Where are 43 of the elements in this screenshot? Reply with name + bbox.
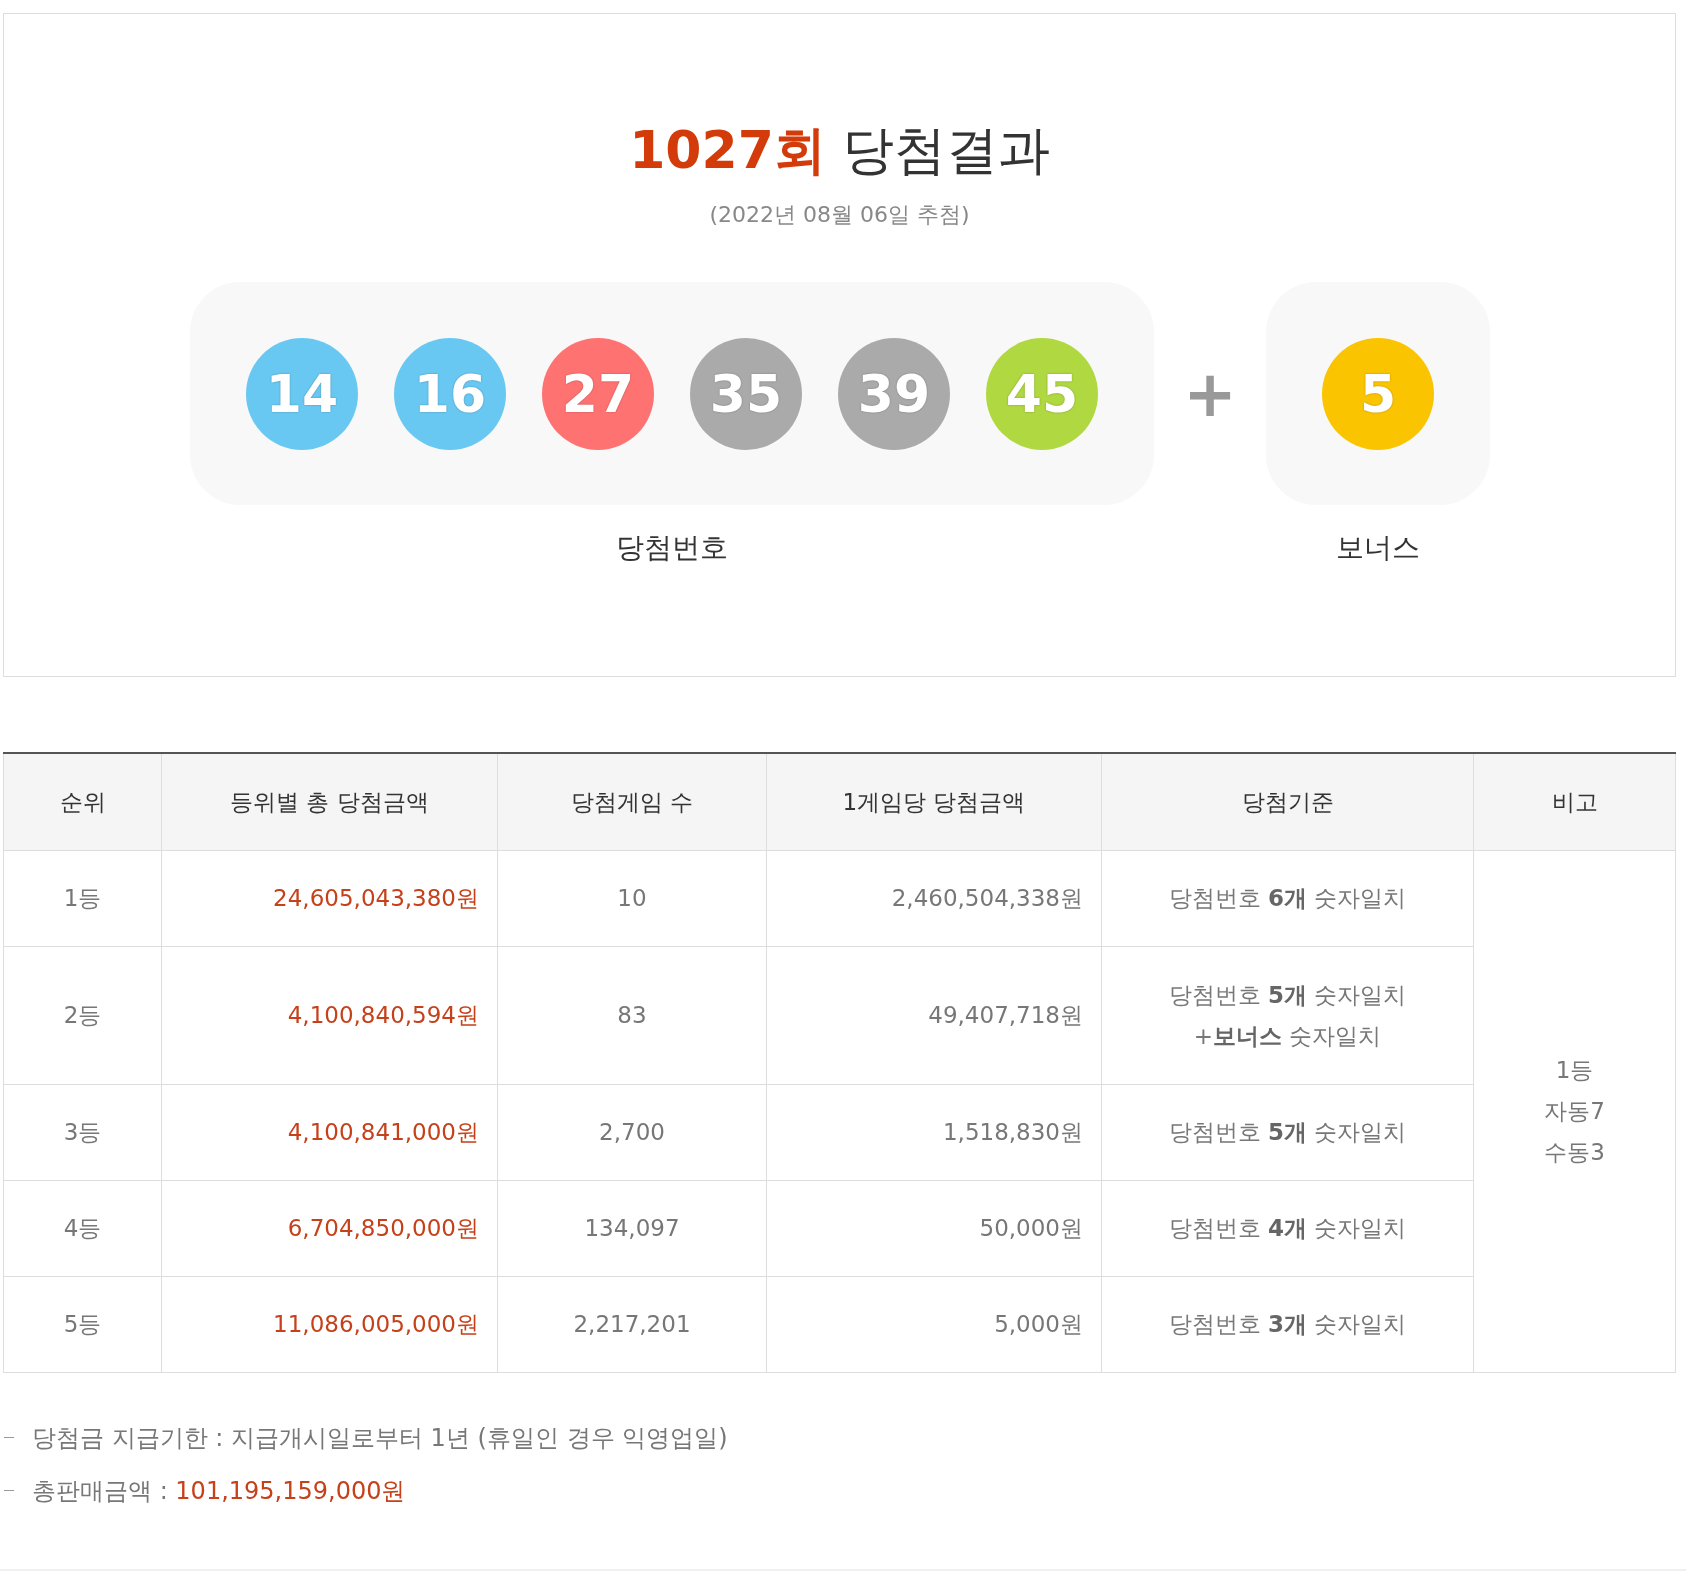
winners-cell: 2,217,201	[497, 1276, 767, 1373]
rank-cell: 2등	[3, 946, 162, 1085]
prize-per-game-cell: 50,000원	[766, 1180, 1102, 1277]
plus-sign: +	[1182, 355, 1238, 433]
footnote: 당첨금 지급기한 : 지급개시일로부터 1년 (휴일인 경우 익영업일)	[32, 1422, 728, 1454]
number-ball: 5	[1322, 337, 1434, 450]
total-prize-cell: 6,704,850,000원	[161, 1180, 498, 1277]
number-ball: 27	[542, 337, 654, 450]
prize-per-game-cell: 5,000원	[766, 1276, 1102, 1373]
prize-per-game-cell: 49,407,718원	[766, 946, 1102, 1085]
rank-cell: 4등	[3, 1180, 162, 1277]
round-number: 1027회	[629, 124, 826, 176]
winners-cell: 83	[497, 946, 767, 1085]
prize-per-game-cell: 1,518,830원	[766, 1084, 1102, 1181]
number-ball: 16	[394, 337, 506, 450]
rank-cell: 3등	[3, 1084, 162, 1181]
total-prize-cell: 11,086,005,000원	[161, 1276, 498, 1373]
rank-cell: 5등	[3, 1276, 162, 1373]
column-header: 1게임당 당첨금액	[766, 753, 1102, 851]
number-ball: 35	[690, 337, 802, 450]
note-cell: 1등 자동7 수동3	[1473, 850, 1676, 1373]
bonus-label: 보너스	[1336, 530, 1420, 566]
column-header: 당첨기준	[1101, 753, 1474, 851]
rank-cell: 1등	[3, 850, 162, 947]
draw-date: (2022년 08월 06일 추첨)	[709, 201, 970, 229]
number-ball: 45	[986, 337, 1098, 450]
column-header: 등위별 총 당첨금액	[161, 753, 498, 851]
prize-per-game-cell: 2,460,504,338원	[766, 850, 1102, 947]
result-title: 당첨결과	[841, 124, 1050, 176]
number-ball: 14	[246, 337, 358, 450]
column-header: 비고	[1473, 753, 1676, 851]
column-header: 순위	[3, 753, 162, 851]
number-ball: 39	[838, 337, 950, 450]
winners-cell: 2,700	[497, 1084, 767, 1181]
criteria-cell: 당첨번호 6개 숫자일치	[1101, 850, 1474, 947]
column-header: 당첨게임 수	[497, 753, 767, 851]
numbers-label: 당첨번호	[616, 530, 728, 566]
total-prize-cell: 4,100,841,000원	[161, 1084, 498, 1181]
winners-cell: 134,097	[497, 1180, 767, 1277]
total-prize-cell: 4,100,840,594원	[161, 946, 498, 1085]
total-prize-cell: 24,605,043,380원	[161, 850, 498, 947]
winners-cell: 10	[497, 850, 767, 947]
footnote: 총판매금액 : 101,195,159,000원	[32, 1475, 406, 1507]
